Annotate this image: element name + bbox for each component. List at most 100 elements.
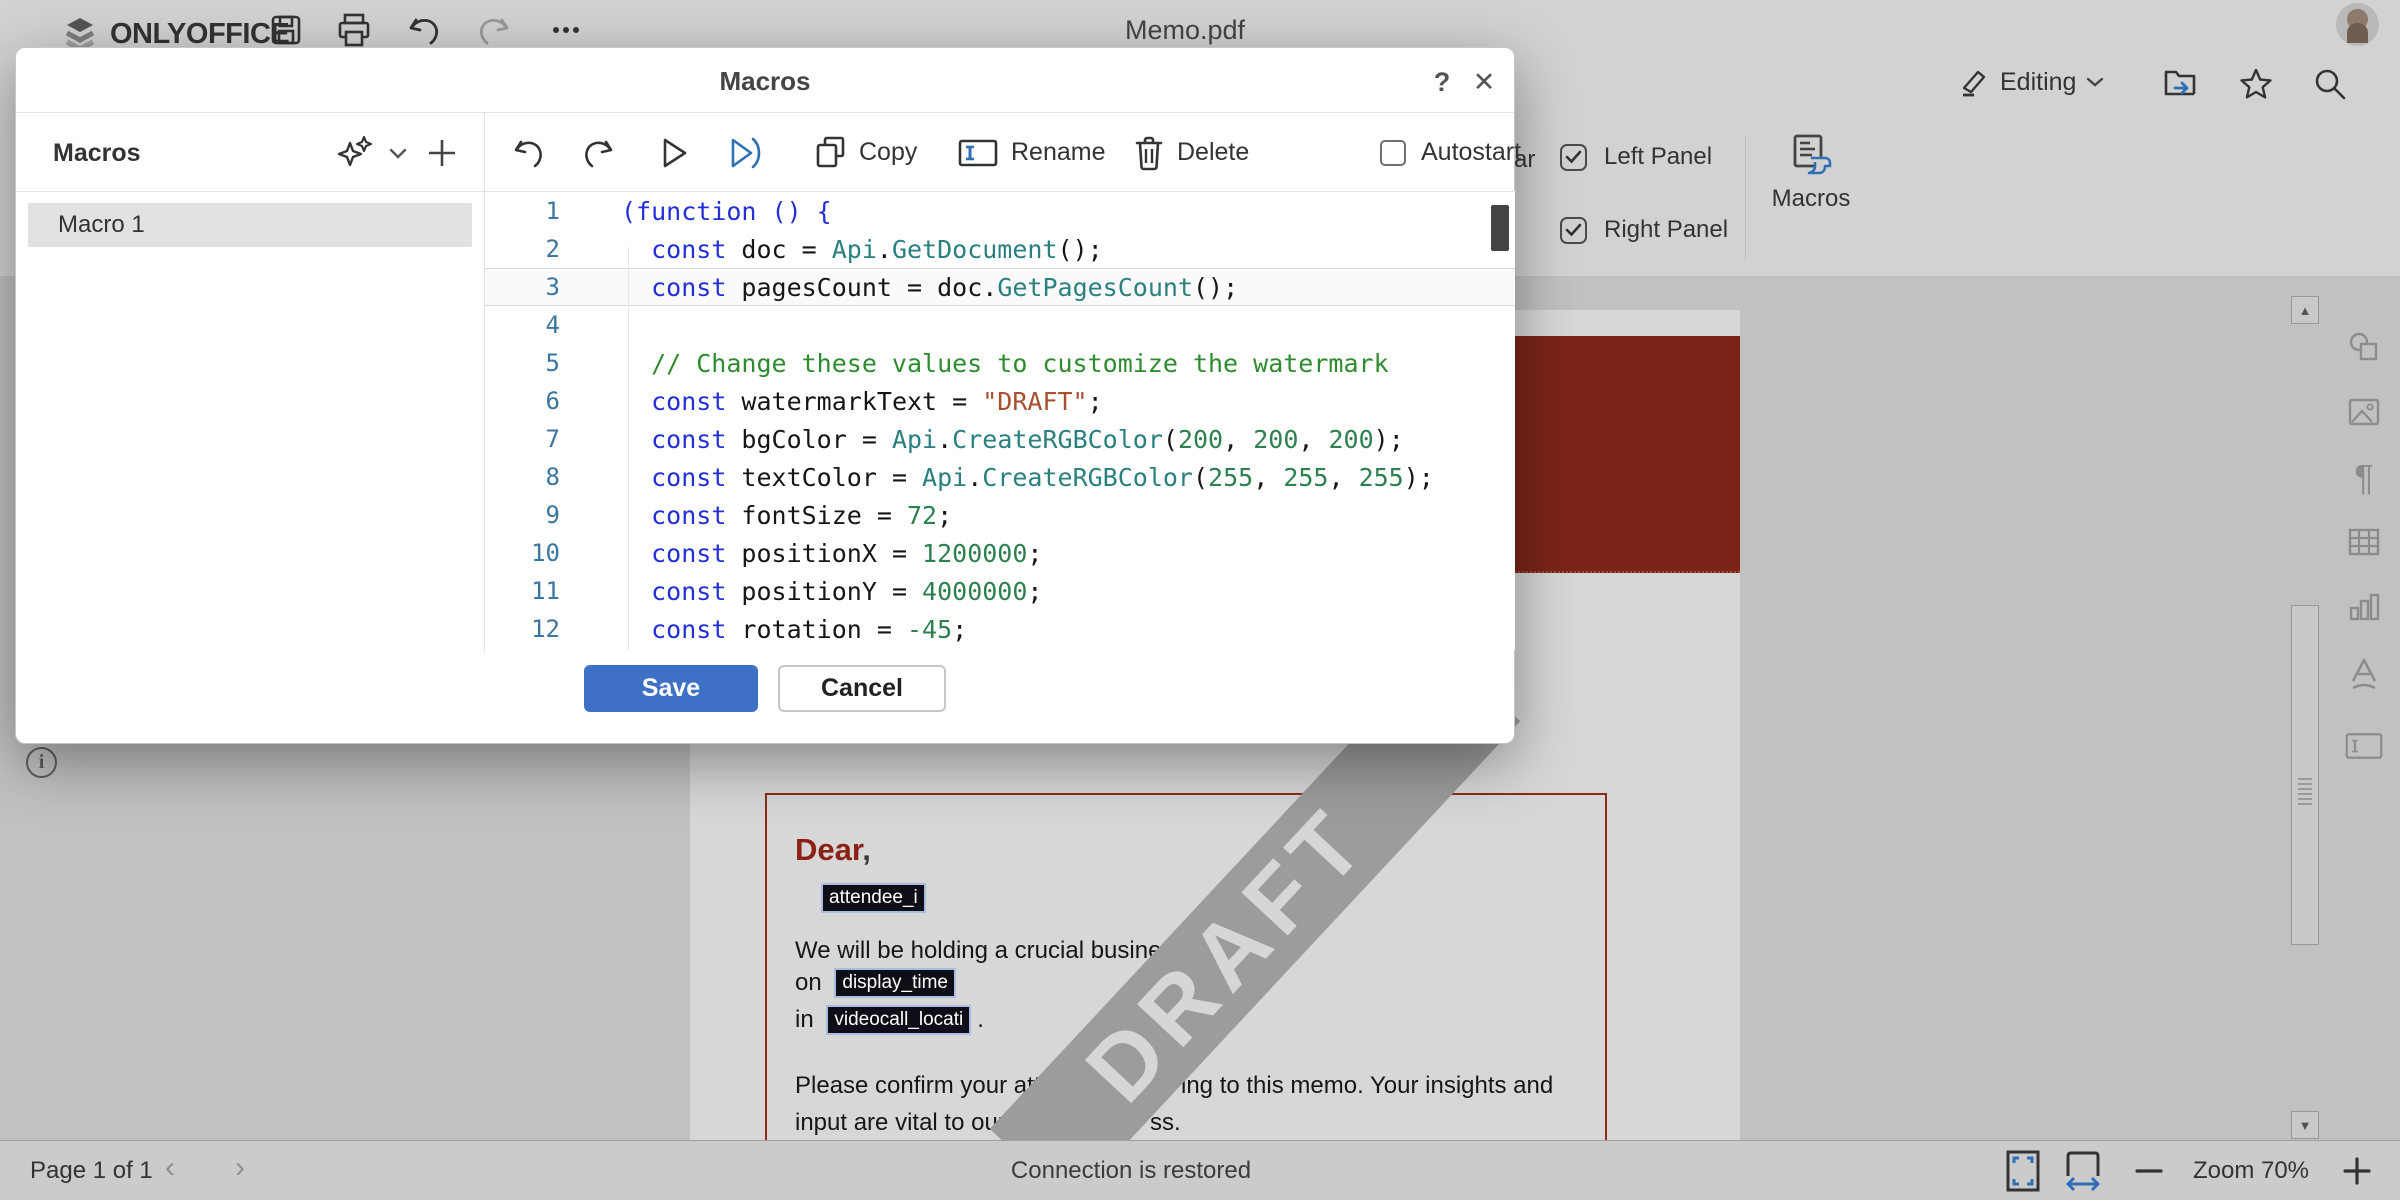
fit-page-icon[interactable] xyxy=(2006,1150,2040,1192)
info-icon[interactable]: i xyxy=(26,747,57,778)
cancel-button[interactable]: Cancel xyxy=(778,665,946,712)
user-avatar[interactable] xyxy=(2336,3,2379,46)
canvas-scrollbar-thumb[interactable] xyxy=(2291,605,2319,945)
code-text: const watermarkText = "DRAFT"; xyxy=(621,387,1103,416)
ribbon-divider xyxy=(1745,135,1746,260)
delete-label: Delete xyxy=(1177,138,1249,167)
delete-button[interactable]: Delete xyxy=(1133,113,1249,192)
editor-scrollbar-thumb[interactable] xyxy=(1491,205,1509,251)
image-icon[interactable] xyxy=(2345,393,2383,431)
copy-button[interactable]: Copy xyxy=(813,113,917,192)
code-line[interactable]: 1(function () { xyxy=(485,192,1515,230)
code-line[interactable]: 12 const rotation = -45; xyxy=(485,610,1515,648)
checkbox-checked-icon xyxy=(1560,144,1587,171)
text-art-icon[interactable] xyxy=(2345,655,2383,693)
paragraph-icon[interactable]: ¶ xyxy=(2345,459,2383,497)
sparkles-icon[interactable] xyxy=(336,135,378,173)
display-time-field[interactable]: display_time xyxy=(836,970,954,996)
code-line[interactable]: 3 const pagesCount = doc.GetPagesCount()… xyxy=(485,268,1515,306)
attendee-field-line: attendee_i xyxy=(823,885,924,911)
macro-panel-header: Macros xyxy=(16,113,484,192)
save-button[interactable]: Save xyxy=(584,665,758,712)
pencil-icon xyxy=(1958,66,1990,98)
mode-label: Editing xyxy=(2000,68,2076,97)
code-line[interactable]: 6 const watermarkText = "DRAFT"; xyxy=(485,382,1515,420)
chevron-down-icon[interactable] xyxy=(388,147,408,161)
scroll-up-icon[interactable]: ▲ xyxy=(2291,296,2319,324)
fit-width-icon[interactable] xyxy=(2064,1150,2102,1192)
line-number: 4 xyxy=(485,311,560,339)
code-line[interactable]: 2 const doc = Api.GetDocument(); xyxy=(485,230,1515,268)
mode-switcher[interactable]: Editing xyxy=(1958,66,2104,98)
ribbon-macros-button[interactable]: Macros xyxy=(1756,130,1866,213)
dialog-header[interactable]: Macros ? ✕ xyxy=(16,48,1514,113)
copy-label: Copy xyxy=(859,138,917,167)
macros-script-icon xyxy=(1787,130,1835,178)
close-icon[interactable]: ✕ xyxy=(1466,64,1502,100)
line-number: 1 xyxy=(485,197,560,225)
rename-button[interactable]: Rename xyxy=(957,113,1106,192)
autostart-label: Autostart xyxy=(1421,138,1521,167)
code-line[interactable]: 4 xyxy=(485,306,1515,344)
open-location-icon[interactable] xyxy=(2162,66,2198,102)
more-icon[interactable] xyxy=(548,12,584,48)
page-prev-icon[interactable]: ‹ xyxy=(165,1151,175,1185)
autostart-checkbox[interactable]: Autostart xyxy=(1380,113,1521,192)
trash-icon xyxy=(1133,135,1165,171)
run-all-button[interactable] xyxy=(725,113,765,192)
checkbox-checked-icon xyxy=(1560,217,1587,244)
plus-icon[interactable] xyxy=(424,135,460,171)
copy-icon xyxy=(813,135,847,171)
undo-button[interactable] xyxy=(510,113,546,192)
macro-list-item[interactable]: Macro 1 xyxy=(28,203,472,247)
macro-list: Macro 1 xyxy=(16,192,484,652)
body-line-3: in videocall_locati. xyxy=(795,1006,984,1034)
shapes-icon[interactable] xyxy=(2345,329,2383,367)
redo-button[interactable] xyxy=(581,113,617,192)
help-icon[interactable]: ? xyxy=(1424,64,1460,100)
star-icon[interactable] xyxy=(2238,66,2274,102)
code-line[interactable]: 10 const positionX = 1200000; xyxy=(485,534,1515,572)
indent-guide xyxy=(628,247,629,650)
line-number: 10 xyxy=(485,539,560,567)
code-line[interactable]: 8 const textColor = Api.CreateRGBColor(2… xyxy=(485,458,1515,496)
undo-icon xyxy=(510,135,546,171)
code-text: const fontSize = 72; xyxy=(621,501,952,530)
search-icon[interactable] xyxy=(2312,66,2348,102)
left-panel-checkbox[interactable]: Left Panel xyxy=(1560,143,1712,171)
code-line[interactable]: 7 const bgColor = Api.CreateRGBColor(200… xyxy=(485,420,1515,458)
table-icon[interactable] xyxy=(2345,523,2383,561)
zoom-in-icon[interactable] xyxy=(2342,1149,2372,1193)
zoom-out-icon[interactable] xyxy=(2134,1159,2164,1183)
undo-icon[interactable] xyxy=(406,12,442,48)
scroll-down-icon[interactable]: ▼ xyxy=(2291,1111,2319,1139)
line-number: 11 xyxy=(485,577,560,605)
chart-icon[interactable] xyxy=(2345,588,2383,626)
videocall-location-field[interactable]: videocall_locati xyxy=(828,1007,969,1033)
code-line[interactable]: 5 // Change these values to customize th… xyxy=(485,344,1515,382)
code-text: // Change these values to customize the … xyxy=(621,349,1389,378)
body-line-5-left: input are vital to our c xyxy=(795,1109,1024,1137)
body-line-2: on display_time xyxy=(795,969,954,997)
macros-dialog: Macros ? ✕ Macros Macro 1 xyxy=(15,47,1515,744)
code-editor[interactable]: 1(function () {2 const doc = Api.GetDocu… xyxy=(485,192,1515,650)
dialog-title: Macros xyxy=(719,66,810,97)
rename-icon xyxy=(957,137,999,169)
code-text: const textColor = Api.CreateRGBColor(255… xyxy=(621,463,1434,492)
line-number: 3 xyxy=(485,273,560,301)
code-line[interactable]: 11 const positionY = 4000000; xyxy=(485,572,1515,610)
code-text: const doc = Api.GetDocument(); xyxy=(621,235,1103,264)
attendee-field[interactable]: attendee_i xyxy=(823,885,924,911)
code-line[interactable]: 9 const fontSize = 72; xyxy=(485,496,1515,534)
redo-icon[interactable] xyxy=(476,12,512,48)
save-icon[interactable] xyxy=(268,12,304,48)
page-next-icon[interactable]: › xyxy=(235,1151,245,1185)
right-panel-checkbox[interactable]: Right Panel xyxy=(1560,216,1728,244)
print-icon[interactable] xyxy=(336,12,372,48)
connection-status: Connection is restored xyxy=(1011,1157,1251,1185)
brand-name: ONLYOFFICE xyxy=(110,18,289,51)
left-panel-label: Left Panel xyxy=(1604,143,1712,171)
scrollbar-grip xyxy=(2298,778,2312,808)
run-macro-button[interactable] xyxy=(657,113,691,192)
text-field-icon[interactable] xyxy=(2345,727,2383,765)
